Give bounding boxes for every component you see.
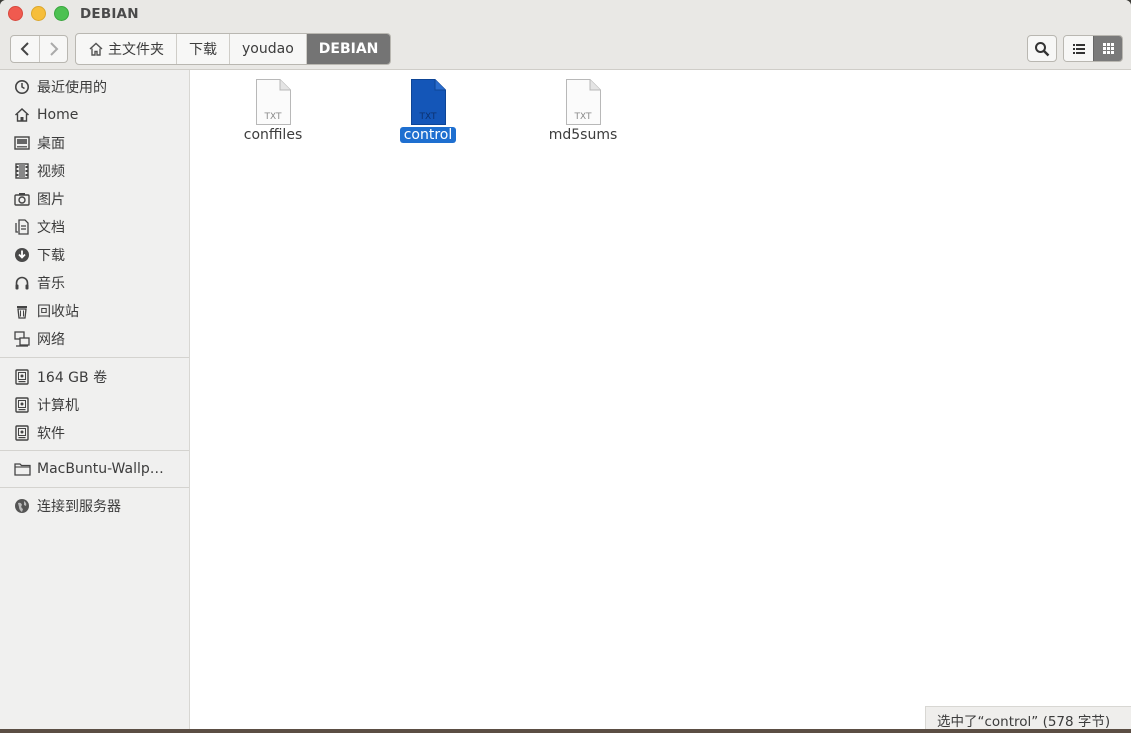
sidebar-item-computer[interactable]: 计算机 [0, 393, 189, 417]
sidebar-divider [0, 450, 189, 451]
file-item-md5sums[interactable]: TXT md5sums [528, 79, 638, 143]
file-name: control [399, 127, 457, 143]
file-manager-window: DEBIAN 主文件夹 下载 youdao DEBIAN 最近使用的 Home … [0, 0, 1131, 733]
forward-arrow-icon [49, 42, 58, 56]
document-icon [13, 218, 31, 236]
text-file-icon: TXT [411, 79, 446, 125]
file-type-label: TXT [418, 112, 437, 122]
grid-view-button[interactable] [1093, 36, 1122, 61]
window-title: DEBIAN [80, 6, 139, 22]
breadcrumb-youdao[interactable]: youdao [230, 34, 307, 64]
breadcrumb-debian[interactable]: DEBIAN [306, 34, 391, 64]
desktop-icon [13, 134, 31, 152]
sidebar-item-label: 连接到服务器 [37, 499, 121, 515]
grid-view-icon [1102, 43, 1114, 54]
text-file-icon: TXT [566, 79, 601, 125]
sidebar-divider [0, 357, 189, 358]
sidebar-item-volume-164gb[interactable]: 164 GB 卷 [0, 365, 189, 389]
camera-icon [13, 190, 31, 208]
file-name: md5sums [548, 127, 618, 143]
sidebar-item-videos[interactable]: 视频 [0, 159, 189, 183]
sidebar-item-desktop[interactable]: 桌面 [0, 131, 189, 155]
view-mode-toggle [1063, 35, 1123, 62]
desktop-edge [0, 729, 1131, 733]
file-item-conffiles[interactable]: TXT conffiles [218, 79, 328, 143]
sidebar-item-trash[interactable]: 回收站 [0, 299, 189, 323]
sidebar-item-label: 164 GB 卷 [37, 370, 108, 386]
sidebar-item-downloads[interactable]: 下载 [0, 243, 189, 267]
sidebar-item-documents[interactable]: 文档 [0, 215, 189, 239]
drive-icon [13, 424, 31, 442]
titlebar: DEBIAN [0, 0, 1131, 28]
drive-icon [13, 396, 31, 414]
sidebar-item-label: 文档 [37, 220, 65, 236]
close-window-button[interactable] [8, 6, 23, 21]
clock-icon [13, 78, 31, 96]
text-file-icon: TXT [256, 79, 291, 125]
network-icon [13, 330, 31, 348]
sidebar-item-pictures[interactable]: 图片 [0, 187, 189, 211]
sidebar-item-music[interactable]: 音乐 [0, 271, 189, 295]
sidebar-item-label: Home [37, 107, 79, 123]
sidebar-item-label: 下载 [37, 248, 65, 264]
file-type-label: TXT [263, 112, 282, 122]
file-grid: TXT conffiles TXT control TXT md5sums [190, 70, 1131, 733]
search-button[interactable] [1027, 35, 1057, 62]
forward-button[interactable] [39, 36, 67, 62]
sidebar-item-label: MacBuntu-Wallp… [37, 461, 164, 477]
breadcrumb-label: 下载 [189, 42, 217, 58]
breadcrumb-downloads[interactable]: 下载 [177, 34, 230, 64]
sidebar-item-label: 桌面 [37, 136, 65, 152]
headphones-icon [13, 274, 31, 292]
home-icon [13, 106, 31, 124]
sidebar-item-label: 视频 [37, 164, 65, 180]
sidebar-divider [0, 487, 189, 488]
breadcrumb-label: 主文件夹 [108, 42, 164, 58]
globe-icon [13, 497, 31, 515]
sidebar-item-bookmark-macbuntu[interactable]: MacBuntu-Wallp… [0, 457, 189, 481]
list-view-icon [1072, 43, 1085, 54]
sidebar-item-label: 图片 [37, 192, 65, 208]
back-arrow-icon [20, 42, 29, 56]
sidebar-item-label: 音乐 [37, 276, 65, 292]
download-icon [13, 246, 31, 264]
sidebar-item-recent[interactable]: 最近使用的 [0, 75, 189, 99]
back-button[interactable] [11, 36, 39, 62]
search-icon [1035, 41, 1050, 56]
list-view-button[interactable] [1064, 36, 1093, 61]
maximize-window-button[interactable] [54, 6, 69, 21]
sidebar: 最近使用的 Home 桌面 视频 图片 文档 下载 音乐 回收站 网络 164 … [0, 70, 190, 733]
home-icon [88, 41, 104, 57]
file-name: conffiles [243, 127, 303, 143]
minimize-window-button[interactable] [31, 6, 46, 21]
sidebar-item-label: 回收站 [37, 304, 79, 320]
file-type-label: TXT [573, 112, 592, 122]
file-item-control[interactable]: TXT control [373, 79, 483, 143]
sidebar-item-network[interactable]: 网络 [0, 327, 189, 351]
film-icon [13, 162, 31, 180]
sidebar-item-label: 计算机 [37, 398, 79, 414]
sidebar-item-connect-server[interactable]: 连接到服务器 [0, 494, 189, 518]
drive-icon [13, 368, 31, 386]
sidebar-item-label: 最近使用的 [37, 80, 107, 96]
sidebar-item-home[interactable]: Home [0, 103, 189, 127]
toolbar: 主文件夹 下载 youdao DEBIAN [0, 28, 1131, 70]
trash-icon [13, 302, 31, 320]
sidebar-item-label: 软件 [37, 426, 65, 442]
sidebar-item-label: 网络 [37, 332, 65, 348]
breadcrumb: 主文件夹 下载 youdao DEBIAN [75, 33, 392, 65]
breadcrumb-label: DEBIAN [318, 41, 379, 57]
folder-icon [13, 460, 31, 478]
breadcrumb-home[interactable]: 主文件夹 [76, 34, 177, 64]
history-nav [10, 35, 68, 63]
sidebar-item-software[interactable]: 软件 [0, 421, 189, 445]
breadcrumb-label: youdao [242, 41, 294, 57]
